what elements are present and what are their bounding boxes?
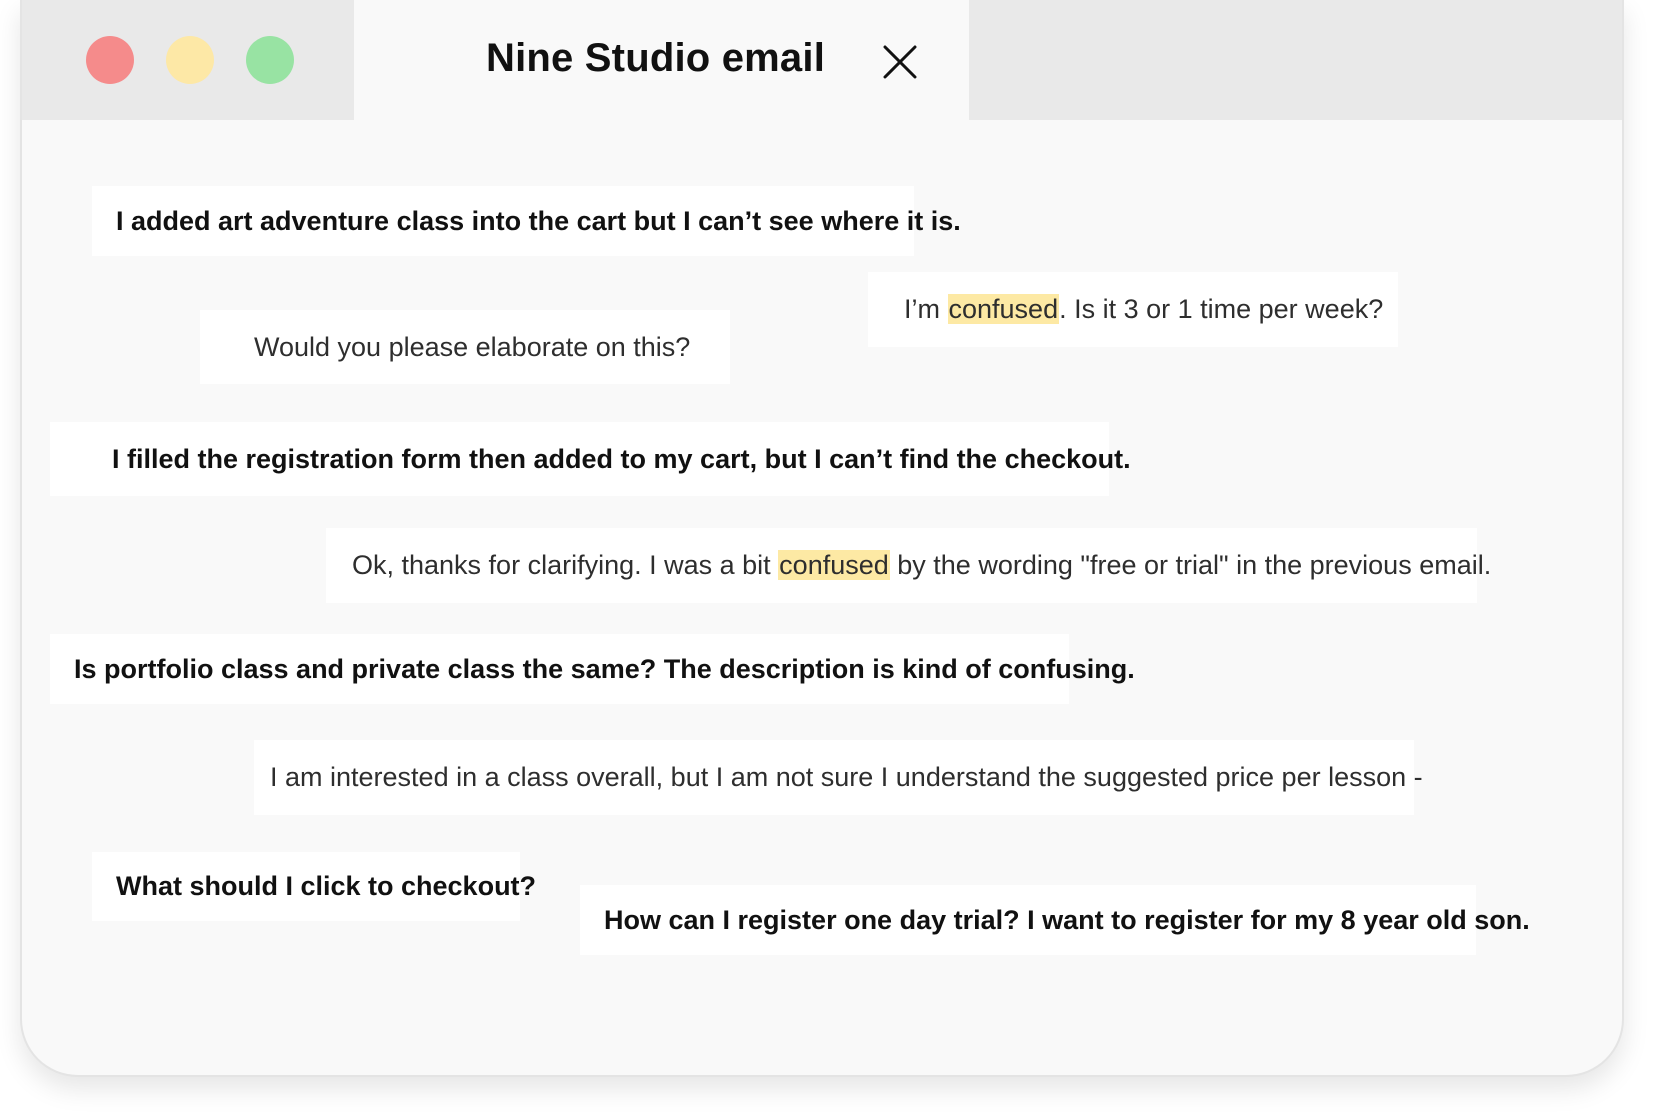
- message-text: Is portfolio class and private class the…: [74, 653, 1135, 684]
- maximize-window-button[interactable]: [246, 36, 294, 84]
- message-text: I filled the registration form then adde…: [112, 443, 1131, 474]
- message-text: Ok, thanks for clarifying. I was a bit c…: [352, 550, 1492, 580]
- close-window-button[interactable]: [86, 36, 134, 84]
- message-card: Would you please elaborate on this?: [200, 310, 730, 384]
- minimize-window-button[interactable]: [166, 36, 214, 84]
- message-text: How can I register one day trial? I want…: [604, 904, 1530, 935]
- tab-nine-studio-email[interactable]: Nine Studio email: [354, 0, 969, 120]
- message-text: I added art adventure class into the car…: [116, 205, 961, 236]
- message-card: I am interested in a class overall, but …: [254, 740, 1423, 815]
- message-text: I am interested in a class overall, but …: [270, 762, 1423, 792]
- message-text: What should I click to checkout?: [116, 871, 537, 901]
- message-text: I’m confused. Is it 3 or 1 time per week…: [904, 294, 1384, 324]
- email-window: Nine Studio email I added art adventure …: [20, 0, 1624, 1077]
- message-card: Ok, thanks for clarifying. I was a bit c…: [326, 528, 1491, 603]
- close-x-icon[interactable]: [882, 44, 918, 80]
- message-card: I’m confused. Is it 3 or 1 time per week…: [868, 272, 1398, 347]
- message-text: Would you please elaborate on this?: [254, 331, 691, 362]
- message-card: Is portfolio class and private class the…: [50, 634, 1135, 704]
- message-card: What should I click to checkout?: [92, 852, 536, 921]
- message-card: I added art adventure class into the car…: [92, 186, 961, 256]
- message-card: How can I register one day trial? I want…: [580, 885, 1530, 955]
- highlighted-word: confused: [947, 294, 1060, 324]
- message-card: I filled the registration form then adde…: [50, 422, 1131, 496]
- highlighted-word: confused: [778, 550, 890, 580]
- title-bar: Nine Studio email: [22, 0, 1622, 120]
- tab-title: Nine Studio email: [486, 36, 826, 80]
